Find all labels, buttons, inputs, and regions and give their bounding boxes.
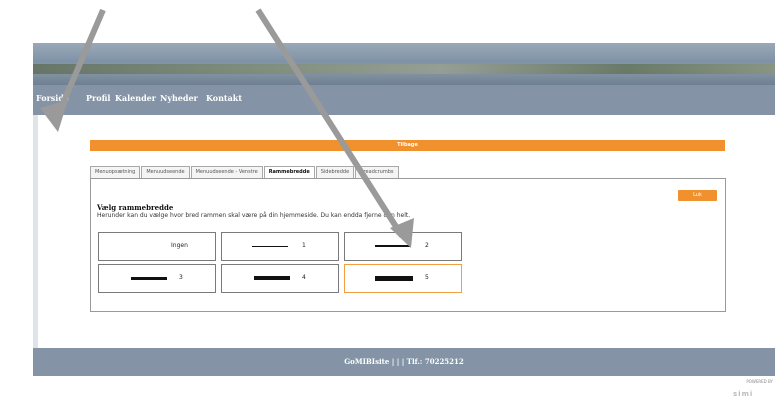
- annotation-arrows: [40, 8, 414, 248]
- arrow-shaft-right: [255, 8, 405, 238]
- arrow-head-left: [40, 100, 68, 132]
